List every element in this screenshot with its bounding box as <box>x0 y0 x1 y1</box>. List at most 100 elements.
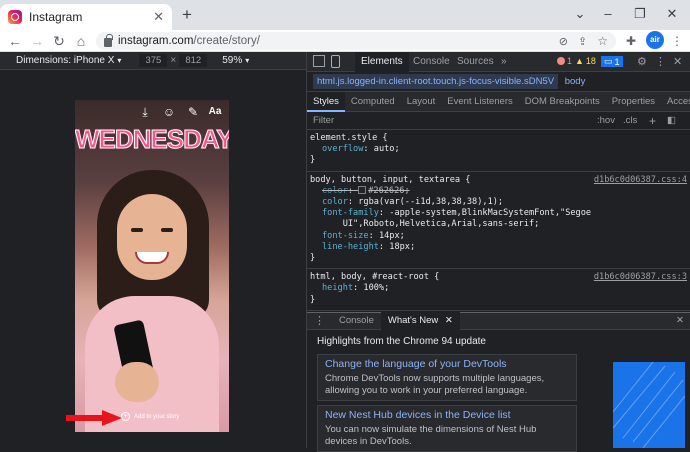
css-declaration[interactable]: color: rgba(var(--i1d,38,38,38),1); <box>310 197 685 208</box>
share-icon[interactable]: ⇪ <box>578 35 587 48</box>
css-property-name[interactable]: height <box>322 283 353 293</box>
address-bar[interactable]: instagram.com/create/story/ ⊘ ⇪ ☆ <box>96 32 616 50</box>
css-property-name[interactable]: color <box>322 197 348 207</box>
close-tab-icon[interactable]: ✕ <box>445 315 453 326</box>
subtab-styles[interactable]: Styles <box>307 91 345 112</box>
text-tool-icon[interactable]: Aa <box>207 104 223 120</box>
message-count-badge[interactable]: ▭ 1 <box>601 56 623 67</box>
tab-console[interactable]: Console <box>407 52 456 72</box>
subtab-layout[interactable]: Layout <box>401 92 442 112</box>
css-property-value[interactable]: 14px; <box>379 231 405 241</box>
home-icon[interactable]: ⌂ <box>72 30 90 52</box>
bookmark-star-icon[interactable]: ☆ <box>597 34 608 48</box>
color-swatch-icon[interactable] <box>358 185 367 194</box>
add-to-story-button[interactable]: + Add to your story <box>121 412 179 421</box>
extensions-puzzle-icon[interactable]: ✚ <box>622 32 640 50</box>
zoom-select[interactable]: 59% <box>222 55 242 66</box>
drawer-menu-icon[interactable]: ⋮ <box>307 312 332 330</box>
css-source-link[interactable]: d1b6c0d06387.css:3 <box>594 272 687 283</box>
css-property-value[interactable]: 100%; <box>363 283 389 293</box>
subtab-event-listeners[interactable]: Event Listeners <box>441 92 518 112</box>
subtab-dom-breakpoints[interactable]: DOM Breakpoints <box>519 92 606 112</box>
cls-toggle[interactable]: .cls <box>623 112 637 130</box>
error-count-badge[interactable]: 1 <box>557 56 572 66</box>
css-selector[interactable]: element.style { <box>310 133 685 144</box>
styles-pane: element.style {overflow: auto;} body, but… <box>307 130 690 318</box>
news-card[interactable]: Change the language of your DevTools Chr… <box>317 354 577 401</box>
drawer-tab-console[interactable]: Console <box>332 312 381 330</box>
css-property-name[interactable]: overflow <box>322 144 363 154</box>
css-declaration[interactable]: font-family: -apple-system,BlinkMacSyste… <box>310 208 685 230</box>
inspect-element-icon[interactable] <box>313 55 325 67</box>
close-drawer-icon[interactable]: ✕ <box>669 312 690 330</box>
more-tabs-icon[interactable]: » <box>495 52 513 72</box>
css-property-name[interactable]: color <box>322 186 348 196</box>
close-window-button[interactable]: ✕ <box>662 6 682 22</box>
menu-kebab-icon[interactable]: ⋮ <box>668 32 686 50</box>
css-property-value[interactable]: auto; <box>374 144 400 154</box>
device-height-input[interactable]: 812 <box>179 54 208 67</box>
tab-elements[interactable]: Elements <box>355 52 409 72</box>
profile-avatar[interactable]: air <box>646 31 664 49</box>
news-card[interactable]: New Nest Hub devices in the Device list … <box>317 405 577 452</box>
drawer-tab-whats-new[interactable]: What's New ✕ <box>380 312 460 330</box>
error-count: 1 <box>567 56 573 66</box>
device-width-input[interactable]: 375 <box>139 54 168 67</box>
url-path: /create/story/ <box>193 35 260 47</box>
browser-tab[interactable]: Instagram ✕ <box>0 4 172 30</box>
close-devtools-icon[interactable]: ✕ <box>673 55 682 68</box>
css-rule-close: } <box>310 294 316 305</box>
subtab-accessibility[interactable]: Accessibility <box>661 92 690 112</box>
device-dimensions-select[interactable]: Dimensions: iPhone X <box>16 55 114 66</box>
tab-close-icon[interactable]: ✕ <box>153 9 164 25</box>
news-card-text: Chrome DevTools now supports multiple la… <box>325 373 545 396</box>
new-tab-button[interactable]: + <box>178 6 196 24</box>
css-property-value[interactable]: 18px; <box>389 242 415 252</box>
breadcrumb-body[interactable]: body <box>565 76 586 87</box>
css-rule: element.style {overflow: auto;} <box>307 130 690 172</box>
download-icon[interactable]: ⤓ <box>137 104 153 120</box>
css-property-name[interactable]: font-family <box>322 208 379 218</box>
devtools-menu-icon[interactable]: ⋮ <box>655 55 666 68</box>
css-declaration[interactable]: height: 100%; <box>310 283 685 294</box>
tab-sources[interactable]: Sources <box>451 52 500 72</box>
sticker-icon[interactable]: ☺ <box>161 104 177 120</box>
computed-sidebar-icon[interactable]: ◧ <box>667 112 676 130</box>
css-source-link[interactable]: d1b6c0d06387.css:4 <box>594 175 687 186</box>
css-property-name[interactable]: font-size <box>322 231 369 241</box>
photo-hand <box>115 362 159 402</box>
story-preview: ⤓ ☺ ✎ Aa WEDNESDAY + Add to your story <box>75 100 229 432</box>
css-declaration[interactable]: line-height: 18px; <box>310 242 685 253</box>
news-card-title[interactable]: Change the language of your DevTools <box>325 358 569 370</box>
warning-count-badge[interactable]: ▲ 18 <box>575 56 596 66</box>
css-property-value[interactable]: rgba(var(--i1d,38,38,38),1); <box>358 197 503 207</box>
css-declaration[interactable]: color: #262626; <box>310 185 685 197</box>
filter-input[interactable]: Filter <box>313 115 334 126</box>
subtab-computed[interactable]: Computed <box>345 92 401 112</box>
hov-toggle[interactable]: :hov <box>597 112 615 130</box>
red-arrow-icon <box>66 410 122 426</box>
whats-new-heading: Highlights from the Chrome 94 update <box>317 336 486 347</box>
breadcrumb-html[interactable]: html.js.logged-in.client-root.touch.js-f… <box>313 74 559 89</box>
settings-gear-icon[interactable]: ⚙ <box>637 55 647 68</box>
minimize-button[interactable]: – <box>598 6 618 21</box>
css-property-value[interactable]: #262626; <box>368 186 409 196</box>
story-title-text: WEDNESDAY <box>75 124 229 155</box>
css-property-name[interactable]: line-height <box>322 242 379 252</box>
news-card-title[interactable]: New Nest Hub devices in the Device list <box>325 409 569 421</box>
new-rule-plus-icon[interactable]: + <box>649 112 656 130</box>
draw-pen-icon[interactable]: ✎ <box>185 104 201 120</box>
zoom-caret-icon: ▾ <box>245 56 250 65</box>
css-rule: html, body, #react-root {d1b6c0d06387.cs… <box>307 269 690 311</box>
css-declaration[interactable]: font-size: 14px; <box>310 231 685 242</box>
css-declaration[interactable]: overflow: auto; <box>310 144 685 155</box>
device-toggle-icon[interactable] <box>331 55 340 68</box>
maximize-button[interactable]: ❐ <box>630 6 650 22</box>
subtab-properties[interactable]: Properties <box>606 92 661 112</box>
site-settings-icon[interactable]: ⊘ <box>559 35 568 48</box>
css-rule-close: } <box>310 155 316 166</box>
reload-icon[interactable]: ↻ <box>50 30 68 52</box>
tab-search-icon[interactable]: ⌄ <box>570 6 590 22</box>
back-arrow-icon[interactable]: ← <box>6 30 24 52</box>
forward-arrow-icon[interactable]: → <box>28 30 46 52</box>
